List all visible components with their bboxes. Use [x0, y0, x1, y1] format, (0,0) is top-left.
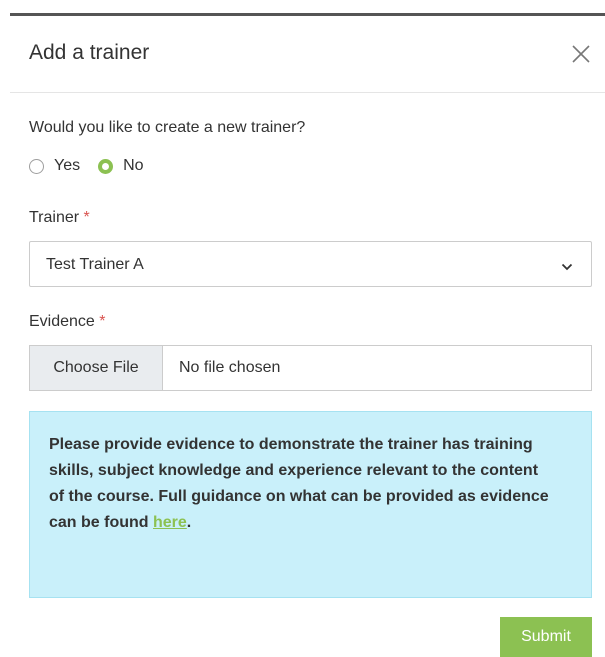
evidence-label-text: Evidence — [29, 313, 95, 330]
radio-yes-label: Yes — [54, 157, 81, 174]
chevron-down-icon — [561, 259, 573, 271]
guidance-link[interactable]: here — [153, 514, 187, 531]
close-icon[interactable] — [569, 42, 593, 66]
evidence-guidance-alert: Please provide evidence to demonstrate t… — [29, 411, 592, 598]
file-status-text: No file chosen — [179, 359, 281, 376]
guidance-text: Please provide evidence to demonstrate t… — [49, 436, 549, 531]
radio-yes[interactable]: Yes — [29, 157, 80, 175]
submit-button[interactable]: Submit — [500, 617, 592, 657]
radio-no[interactable]: No — [98, 157, 144, 175]
choose-file-button[interactable]: Choose File — [30, 346, 163, 390]
modal-header: Add a trainer — [10, 16, 605, 93]
create-trainer-radio-group: Yes No — [29, 155, 144, 177]
add-trainer-modal: Add a trainer Would you like to create a… — [0, 0, 605, 657]
modal-title: Add a trainer — [29, 41, 150, 64]
evidence-required-mark: * — [99, 313, 106, 330]
evidence-label: Evidence * — [29, 312, 106, 332]
radio-yes-circle[interactable] — [29, 158, 44, 174]
guidance-end: . — [186, 514, 192, 531]
create-trainer-question: Would you like to create a new trainer? — [29, 119, 306, 136]
trainer-label: Trainer * — [29, 208, 90, 228]
trainer-required-mark: * — [83, 209, 90, 226]
trainer-select-value: Test Trainer A — [46, 256, 144, 273]
evidence-file-input[interactable]: Choose File No file chosen — [29, 345, 592, 391]
radio-no-circle[interactable] — [98, 158, 114, 174]
trainer-select[interactable]: Test Trainer A — [29, 241, 592, 287]
guidance-paragraph: Please provide evidence to demonstrate t… — [49, 432, 549, 536]
trainer-label-text: Trainer — [29, 209, 80, 226]
radio-no-label: No — [123, 157, 144, 174]
